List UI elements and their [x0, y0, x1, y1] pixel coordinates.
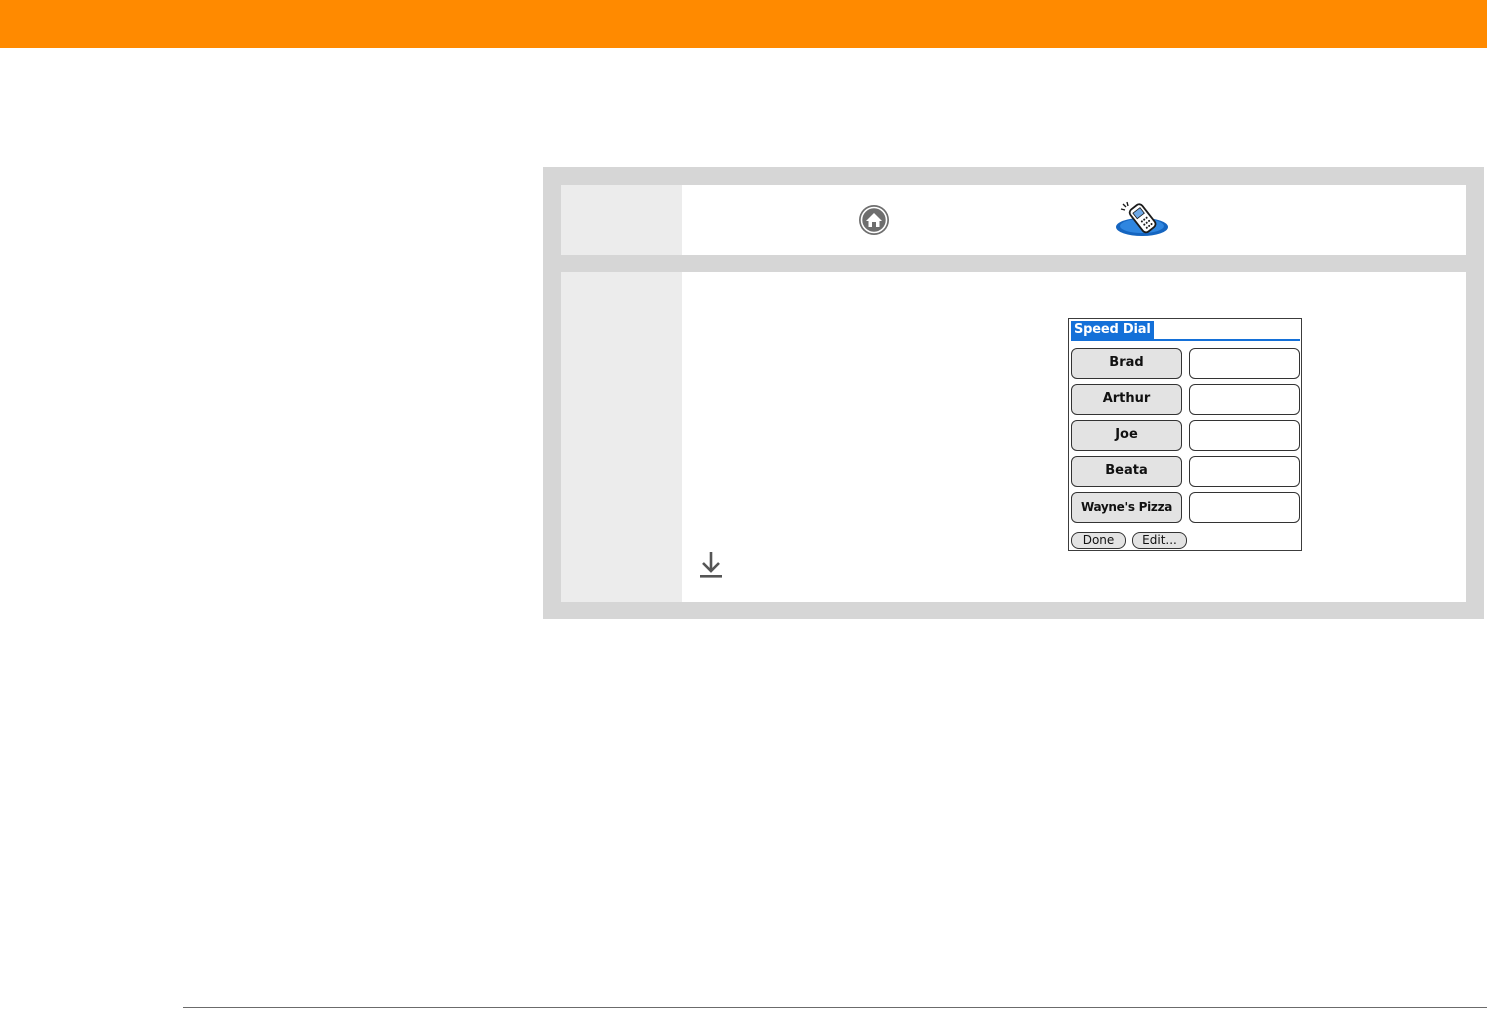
speed-dial-row: Joe [1071, 420, 1300, 451]
title-underline [1071, 339, 1300, 341]
screen-title: Speed Dial [1071, 321, 1154, 339]
speed-dial-name-button[interactable]: Beata [1071, 456, 1182, 487]
steps-panel: Speed Dial Brad Arthur Joe Beata Wayne's… [543, 167, 1484, 619]
edit-button[interactable]: Edit... [1132, 532, 1187, 549]
speed-dial-row: Wayne's Pizza [1071, 492, 1300, 523]
speed-dial-screen: Speed Dial Brad Arthur Joe Beata Wayne's… [1068, 318, 1302, 551]
step-row-1 [561, 185, 1466, 255]
speed-dial-row: Brad [1071, 348, 1300, 379]
header-bar [0, 0, 1487, 48]
footer-divider [183, 1007, 1487, 1008]
speed-dial-number-slot[interactable] [1189, 384, 1300, 415]
step-content: Speed Dial Brad Arthur Joe Beata Wayne's… [682, 272, 1466, 602]
step-number-cell [561, 272, 682, 602]
speed-dial-row: Arthur [1071, 384, 1300, 415]
speed-dial-number-slot[interactable] [1189, 348, 1300, 379]
down-arrow-icon [700, 552, 722, 578]
step-row-2: Speed Dial Brad Arthur Joe Beata Wayne's… [561, 272, 1466, 602]
speed-dial-number-slot[interactable] [1189, 420, 1300, 451]
step-content [682, 185, 1466, 255]
speed-dial-name-button[interactable]: Joe [1071, 420, 1182, 451]
speed-dial-name-button[interactable]: Brad [1071, 348, 1182, 379]
speed-dial-number-slot[interactable] [1189, 456, 1300, 487]
done-button[interactable]: Done [1071, 532, 1126, 549]
speed-dial-name-button[interactable]: Arthur [1071, 384, 1182, 415]
speed-dial-name-button[interactable]: Wayne's Pizza [1071, 492, 1182, 523]
speed-dial-number-slot[interactable] [1189, 492, 1300, 523]
phone-icon [1116, 201, 1168, 236]
screen-title-bar: Speed Dial [1071, 321, 1300, 341]
speed-dial-row: Beata [1071, 456, 1300, 487]
home-icon [859, 205, 889, 235]
step-number-cell [561, 185, 682, 255]
